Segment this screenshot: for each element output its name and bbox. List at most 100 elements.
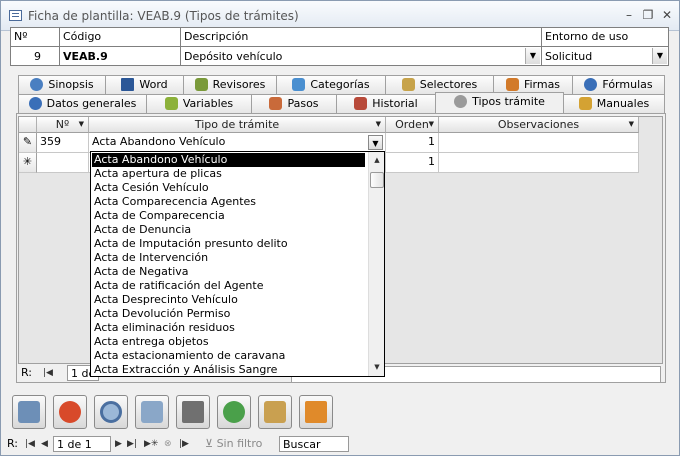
filter-label: Sin filtro (216, 437, 263, 450)
print-button[interactable] (12, 395, 46, 429)
restore-button[interactable]: ❐ (638, 6, 658, 24)
dropdown-option[interactable]: Acta de Negativa (91, 265, 384, 279)
cell-orden[interactable]: 1 (386, 153, 439, 173)
num-field[interactable]: 9 (10, 46, 60, 66)
col-header-num[interactable]: Nº ▼ (37, 117, 89, 133)
dropdown-option[interactable]: Acta Cesión Vehículo (91, 181, 384, 195)
cell-num[interactable]: 359 (37, 133, 89, 153)
tab-label: Historial (372, 97, 418, 110)
tab-revisores[interactable]: Revisores (183, 75, 277, 94)
col-header-orden[interactable]: Orden ▼ (386, 117, 439, 133)
descripcion-value: Depósito vehículo (184, 50, 283, 63)
refresh-button[interactable] (217, 395, 251, 429)
dropdown-option[interactable]: Acta Extracción y Análisis Sangre (91, 363, 384, 376)
grid-corner (19, 117, 37, 133)
search-box[interactable]: Buscar (279, 436, 349, 452)
tipo-combo[interactable]: Acta Abandono Vehículo ▼ (89, 133, 386, 153)
dropdown-option[interactable]: Acta Desprecinto Vehículo (91, 293, 384, 307)
dropdown-option[interactable]: Acta de Denuncia (91, 223, 384, 237)
dropdown-option[interactable]: Acta Devolución Permiso (91, 307, 384, 321)
dropdown-option[interactable]: Acta apertura de plicas (91, 167, 384, 181)
delete-icon[interactable]: ⊗ (164, 436, 172, 452)
tab-manuales[interactable]: Manuales (563, 94, 665, 113)
word-icon (121, 78, 135, 91)
tab-word[interactable]: Word (105, 75, 184, 94)
dropdown-option[interactable]: Acta de ratificación del Agente (91, 279, 384, 293)
tab-variables[interactable]: Variables (146, 94, 252, 113)
key-icon (401, 78, 415, 91)
scroll-down-icon[interactable]: ▼ (370, 360, 384, 375)
search-button[interactable] (94, 395, 128, 429)
col-header-tipo[interactable]: Tipo de trámite ▼ (89, 117, 386, 133)
next-record-icon[interactable]: ▶ (115, 436, 122, 452)
first-record-icon[interactable]: |◀ (43, 365, 53, 381)
cell-observaciones[interactable] (439, 133, 639, 153)
revisores-icon (194, 78, 208, 91)
entorno-value: Solicitud (545, 50, 593, 63)
tab-pasos[interactable]: Pasos (251, 94, 337, 113)
chevron-down-icon[interactable]: ▼ (652, 48, 667, 64)
col-header-observaciones[interactable]: Observaciones ▼ (439, 117, 639, 133)
cell-num[interactable] (37, 153, 89, 173)
tab-label: Sinopsis (48, 78, 94, 91)
tab-datos-generales[interactable]: Datos generales (18, 94, 147, 113)
prev-record-icon[interactable]: ◀ (41, 436, 48, 452)
dropdown-option[interactable]: Acta de Imputación presunto delito (91, 237, 384, 251)
close-button[interactable]: ✕ (657, 6, 677, 24)
grid-record-nav: R: |◀ 1 de (21, 365, 101, 382)
record-label: R: (7, 437, 19, 450)
cancel-button[interactable] (53, 395, 87, 429)
dropdown-option[interactable]: Acta de Intervención (91, 251, 384, 265)
tab-label: Manuales (596, 97, 650, 110)
first-record-icon[interactable]: |◀ (25, 436, 35, 452)
dropdown-option[interactable]: Acta Abandono Vehículo (92, 153, 365, 167)
sinopsis-icon (30, 78, 44, 91)
edit-row-icon[interactable]: ✎ (19, 133, 37, 153)
scroll-thumb[interactable] (370, 172, 384, 188)
list-scrollbar[interactable]: ▲ ▼ (368, 152, 384, 376)
scroll-up-icon[interactable]: ▲ (370, 153, 384, 168)
dropdown-option[interactable]: Acta eliminación residuos (91, 321, 384, 335)
filter-status[interactable]: ⊻ Sin filtro (205, 436, 262, 452)
descripcion-field[interactable]: Depósito vehículo ▼ (180, 46, 542, 66)
cancel-icon (59, 401, 81, 423)
new-record-icon[interactable]: ▶✳ (144, 436, 158, 452)
pasos-icon (269, 97, 283, 110)
accept-icon (264, 401, 286, 423)
new-row-icon[interactable]: ✳ (19, 153, 37, 173)
folder-icon (182, 401, 204, 423)
dropdown-option[interactable]: Acta de Comparecencia (91, 209, 384, 223)
tab-historial[interactable]: Historial (336, 94, 436, 113)
chevron-down-icon[interactable]: ▼ (525, 48, 540, 64)
extra-nav-icon[interactable]: |▶ (179, 436, 189, 452)
record-field[interactable]: 1 de 1 (53, 436, 111, 452)
refresh-icon (223, 401, 245, 423)
tab-formulas[interactable]: Fórmulas (572, 75, 665, 94)
chevron-down-icon[interactable]: ▼ (368, 135, 383, 150)
col-label: Tipo de trámite (194, 118, 280, 131)
descripcion-label: Descripción (180, 27, 542, 47)
manuales-icon (578, 97, 592, 110)
historial-icon (354, 97, 368, 110)
tipo-dropdown-list[interactable]: Acta Abandono Vehículo Acta apertura de p… (90, 151, 385, 377)
tools-button[interactable] (299, 395, 333, 429)
cell-orden[interactable]: 1 (386, 133, 439, 153)
minimize-button[interactable]: – (619, 6, 639, 24)
tab-categorias[interactable]: Categorías (276, 75, 386, 94)
dropdown-option[interactable]: Acta entrega objetos (91, 335, 384, 349)
last-record-icon[interactable]: ▶| (127, 436, 137, 452)
codigo-field[interactable]: VEAB.9 (59, 46, 181, 66)
tab-label: Pasos (287, 97, 319, 110)
dropdown-option[interactable]: Acta Comparecencia Agentes (91, 195, 384, 209)
tab-tipos-tramite[interactable]: Tipos trámite (435, 92, 564, 114)
save-button[interactable] (135, 395, 169, 429)
entorno-field[interactable]: Solicitud ▼ (541, 46, 669, 66)
tab-sinopsis[interactable]: Sinopsis (18, 75, 106, 94)
cell-observaciones[interactable] (439, 153, 639, 173)
folder-button[interactable] (176, 395, 210, 429)
tab-label: Word (139, 78, 168, 91)
dropdown-option[interactable]: Acta estacionamiento de caravana (91, 349, 384, 363)
print-icon (18, 401, 40, 423)
tipo-value: Acta Abandono Vehículo (92, 135, 226, 148)
accept-button[interactable] (258, 395, 292, 429)
